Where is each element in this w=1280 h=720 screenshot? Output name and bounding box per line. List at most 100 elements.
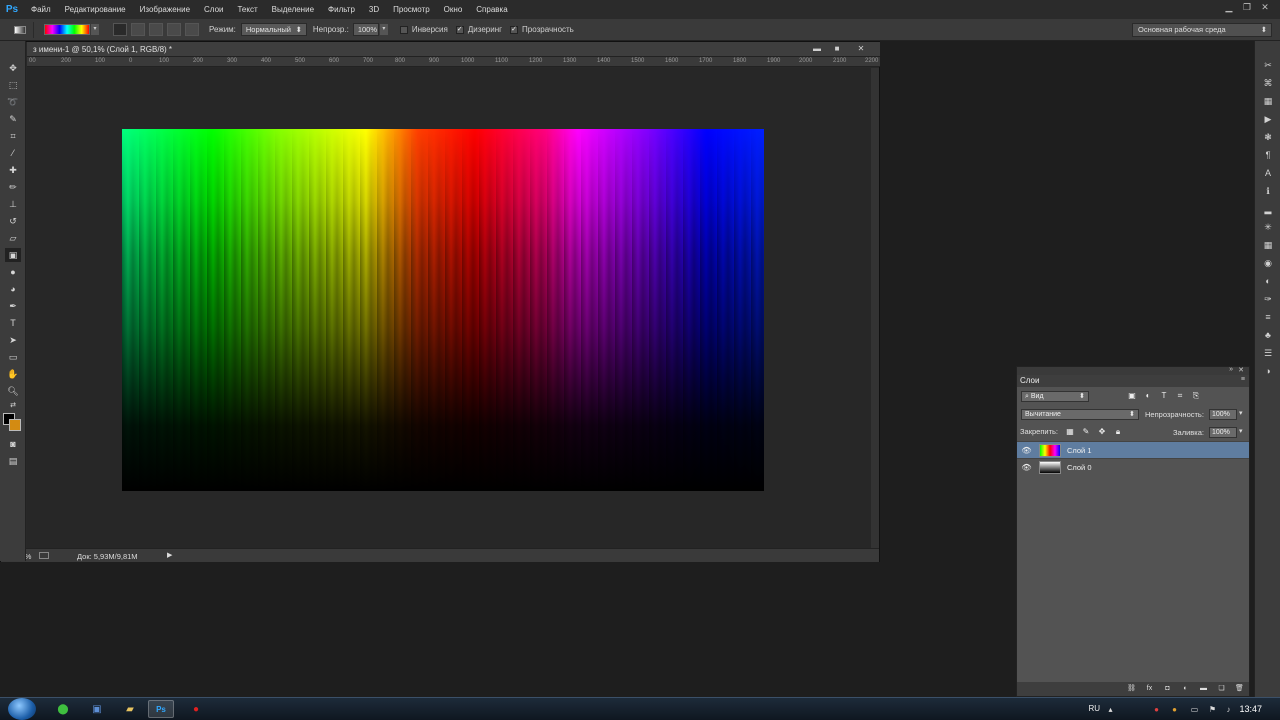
color-icon[interactable]: ◑	[1261, 365, 1275, 378]
close-icon[interactable]: ✕	[1238, 366, 1244, 374]
menu-file[interactable]: Файл	[24, 0, 58, 19]
reflected-gradient-icon[interactable]	[167, 23, 181, 36]
info-icon[interactable]: ℹ	[1261, 185, 1275, 198]
clone-source-icon[interactable]: ♣	[1261, 329, 1275, 342]
folder-icon[interactable]: ▰	[117, 700, 143, 718]
menu-help[interactable]: Справка	[469, 0, 514, 19]
dither-checkbox[interactable]: ✓ Дизеринг	[455, 25, 502, 34]
opacity-caret-icon[interactable]: ▾	[379, 24, 388, 35]
background-color[interactable]	[9, 419, 21, 431]
path-select-tool-icon[interactable]: ➤	[5, 333, 21, 347]
menu-edit[interactable]: Редактирование	[58, 0, 133, 19]
minimize-icon[interactable]: ▬	[812, 44, 822, 54]
collapse-icon[interactable]: »	[1229, 366, 1233, 373]
brush-tool-icon[interactable]: ✏	[5, 180, 21, 194]
notification-icon[interactable]: ●	[1169, 704, 1180, 715]
channels-icon[interactable]: ≡	[1261, 311, 1275, 324]
layer-name[interactable]: Слой 1	[1067, 446, 1092, 455]
transparency-checkbox[interactable]: ✓ Прозрачность	[510, 25, 574, 34]
play-arrow-icon[interactable]: ▶	[167, 551, 172, 559]
workspace-select[interactable]: Основная рабочая среда ⬍	[1132, 23, 1272, 37]
history-icon[interactable]: ⌘	[1261, 77, 1275, 90]
minimize-icon[interactable]: ▁	[1222, 2, 1236, 13]
smart-object-filter-icon[interactable]: ⎘	[1191, 391, 1201, 401]
monitor-icon[interactable]: ▭	[1189, 704, 1200, 715]
navigator-icon[interactable]: ✳	[1261, 221, 1275, 234]
shape-tool-icon[interactable]: ▭	[5, 350, 21, 364]
language-indicator[interactable]: RU	[1088, 704, 1100, 713]
flag-icon[interactable]: ⚑	[1207, 704, 1218, 715]
adjustments-icon[interactable]: ◐	[1261, 275, 1275, 288]
shape-filter-icon[interactable]: ⌗	[1175, 391, 1185, 401]
invert-checkbox[interactable]: Инверсия	[399, 25, 448, 34]
trash-icon[interactable]: 🗑︎	[1234, 684, 1245, 694]
linear-gradient-icon[interactable]	[113, 23, 127, 36]
canvas-area[interactable]	[27, 68, 872, 552]
quick-mask-icon[interactable]: ◙	[5, 437, 21, 451]
marquee-tool-icon[interactable]: ⬚	[5, 78, 21, 92]
menu-filter[interactable]: Фильтр	[321, 0, 362, 19]
vertical-scrollbar[interactable]	[871, 68, 879, 552]
new-group-icon[interactable]: ▬	[1198, 684, 1209, 694]
opacity-caret-icon[interactable]: ▾	[1239, 409, 1243, 417]
character-icon[interactable]: A	[1261, 167, 1275, 180]
color-swatches[interactable]	[3, 413, 23, 433]
hand-tool-icon[interactable]: ✋	[5, 367, 21, 381]
quick-select-tool-icon[interactable]: ✎	[5, 112, 21, 126]
antivirus-icon[interactable]: ●	[1151, 704, 1162, 715]
layer-opacity-input[interactable]: 100%	[1209, 409, 1237, 420]
export-icon[interactable]	[39, 552, 49, 559]
recorder-icon[interactable]: ●	[183, 700, 209, 718]
pixel-filter-icon[interactable]: ▣	[1127, 391, 1137, 401]
lasso-tool-icon[interactable]: ➰	[5, 95, 21, 109]
fill-input[interactable]: 100%	[1209, 427, 1237, 438]
panel-header[interactable]: » ✕	[1017, 366, 1249, 375]
start-button[interactable]	[8, 698, 36, 720]
healing-brush-tool-icon[interactable]: ✚	[5, 163, 21, 177]
diamond-gradient-icon[interactable]	[185, 23, 199, 36]
gradient-tool-icon[interactable]: ▣	[5, 248, 21, 262]
move-tool-icon[interactable]: ✥	[5, 61, 21, 75]
mode-select[interactable]: Нормальный ⬍	[240, 23, 307, 36]
eye-icon[interactable]: 👁︎	[1021, 463, 1032, 472]
actions-play-icon[interactable]: ▶	[1261, 113, 1275, 126]
volume-icon[interactable]: ♪	[1223, 704, 1234, 715]
crop-tool-icon[interactable]: ⌗	[5, 129, 21, 143]
lock-position-icon[interactable]: ✥	[1097, 427, 1107, 437]
zoom-tool-icon[interactable]: 🔍︎	[5, 384, 21, 398]
history-brush-tool-icon[interactable]: ↺	[5, 214, 21, 228]
fx-icon[interactable]: fx	[1144, 684, 1155, 694]
histogram-icon[interactable]: ▂	[1261, 203, 1275, 216]
menu-select[interactable]: Выделение	[265, 0, 321, 19]
fill-caret-icon[interactable]: ▾	[1239, 427, 1243, 435]
paragraph-icon[interactable]: ¶	[1261, 149, 1275, 162]
photoshop-taskbar-icon[interactable]: Ps	[148, 700, 174, 718]
new-layer-icon[interactable]: ❏	[1216, 684, 1227, 694]
menu-view[interactable]: Просмотр	[386, 0, 437, 19]
menu-window[interactable]: Окно	[437, 0, 470, 19]
pen-tool-icon[interactable]: ✒	[5, 299, 21, 313]
menu-image[interactable]: Изображение	[133, 0, 197, 19]
opacity-input[interactable]: 100%	[352, 23, 379, 36]
eraser-tool-icon[interactable]: ▱	[5, 231, 21, 245]
clone-stamp-tool-icon[interactable]: ⊥	[5, 197, 21, 211]
lock-pixels-icon[interactable]: ✎	[1081, 427, 1091, 437]
properties-icon[interactable]: ▦	[1261, 95, 1275, 108]
clock[interactable]: 13:47	[1239, 704, 1262, 714]
adjustment-layer-icon[interactable]: ◐	[1180, 684, 1191, 694]
swatches-icon[interactable]: ▦	[1261, 239, 1275, 252]
utorrent-icon[interactable]: ⬤	[50, 700, 76, 718]
lock-transparency-icon[interactable]: ▦	[1065, 427, 1075, 437]
tab-layers[interactable]: Слои	[1020, 376, 1039, 385]
tool-preset-picker[interactable]	[6, 21, 34, 38]
gradient-preview[interactable]	[44, 24, 90, 35]
layer-row[interactable]: 👁︎ Слой 1	[1017, 441, 1249, 458]
menu-3d[interactable]: 3D	[362, 0, 386, 19]
blend-mode-select[interactable]: Вычитание ⬍	[1021, 409, 1139, 420]
floppy-icon[interactable]: ▣	[84, 700, 110, 718]
maximize-icon[interactable]: ❐	[1240, 2, 1254, 13]
panel-menu-icon[interactable]: ≡	[1241, 376, 1245, 383]
dodge-tool-icon[interactable]: ◕	[5, 282, 21, 296]
layer-filter-select[interactable]: ⌕ Вид ⬍	[1021, 391, 1089, 402]
add-mask-icon[interactable]: ◘	[1162, 684, 1173, 694]
